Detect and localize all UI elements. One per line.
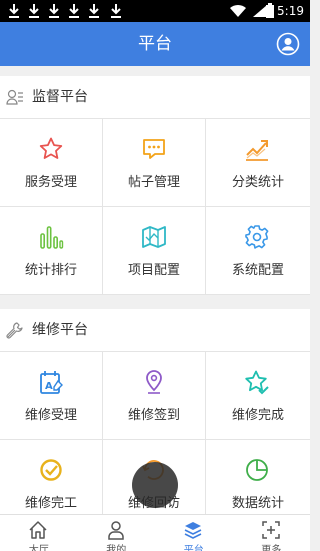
star-icon bbox=[39, 137, 63, 159]
download-icon bbox=[49, 4, 59, 18]
download-icon bbox=[69, 4, 79, 18]
grid-item-label: 维修完成 bbox=[231, 408, 284, 423]
pie-chart-icon bbox=[246, 459, 268, 481]
layers-icon bbox=[184, 522, 202, 539]
grid-item-label: 维修签到 bbox=[127, 408, 180, 423]
grid-item-label: 帖子管理 bbox=[127, 175, 180, 190]
grid-item-repair-done[interactable]: 维修完成 bbox=[206, 352, 310, 440]
grid-item-repair-accept[interactable]: A 维修受理 bbox=[0, 352, 103, 440]
svg-text:A: A bbox=[45, 381, 53, 392]
section-header-supervision: 监督平台 bbox=[0, 76, 310, 119]
grid-item-label: 系统配置 bbox=[231, 263, 284, 278]
gear-icon bbox=[245, 225, 269, 249]
tab-mine[interactable]: 我的 bbox=[78, 515, 156, 551]
tab-hall[interactable]: 大厅 bbox=[0, 515, 78, 551]
section-title: 维修平台 bbox=[32, 322, 88, 338]
section-title: 监督平台 bbox=[32, 89, 88, 105]
grid-item-repair-checkin[interactable]: 维修签到 bbox=[103, 352, 206, 440]
grid-item-label: 服务受理 bbox=[24, 175, 77, 190]
tab-more[interactable]: 更多 bbox=[233, 515, 311, 551]
bar-chart-icon bbox=[40, 226, 64, 249]
grid-item-label: 维修受理 bbox=[24, 408, 77, 423]
wifi-icon bbox=[230, 4, 246, 18]
grid-item-label: 数据统计 bbox=[231, 496, 284, 511]
grid-item-system-config[interactable]: 系统配置 bbox=[206, 207, 310, 295]
supervision-grid: 服务受理 帖子管理 分类统计 统计排行 项目配置 系统配置 bbox=[0, 119, 310, 295]
bottom-tab-bar: 大厅 我的 平台 更多 bbox=[0, 514, 310, 551]
download-icon bbox=[29, 4, 39, 18]
battery-icon bbox=[266, 3, 274, 18]
home-icon bbox=[29, 521, 47, 539]
calendar-edit-icon: A bbox=[40, 371, 63, 394]
grid-item-label: 分类统计 bbox=[231, 175, 284, 190]
map-icon bbox=[142, 226, 166, 248]
floating-assistive-button[interactable] bbox=[132, 462, 178, 508]
grid-item-service-accept[interactable]: 服务受理 bbox=[0, 119, 103, 207]
grid-item-label: 项目配置 bbox=[127, 263, 180, 278]
grid-item-label: 统计排行 bbox=[24, 263, 77, 278]
tab-platform[interactable]: 平台 bbox=[155, 515, 233, 551]
grid-item-project-config[interactable]: 项目配置 bbox=[103, 207, 206, 295]
page-title: 平台 bbox=[138, 34, 172, 54]
person-icon bbox=[107, 521, 124, 540]
clock: 5:19 bbox=[277, 4, 304, 18]
status-bar: 5:19 bbox=[0, 0, 310, 22]
app-bar: 平台 bbox=[0, 22, 310, 66]
star-check-icon bbox=[245, 370, 269, 395]
grid-item-category-stats[interactable]: 分类统计 bbox=[206, 119, 310, 207]
check-circle-icon bbox=[40, 459, 62, 481]
section-header-repair: 维修平台 bbox=[0, 309, 310, 352]
scan-icon bbox=[261, 521, 280, 539]
grid-item-stats-ranking[interactable]: 统计排行 bbox=[0, 207, 103, 295]
person-list-icon bbox=[6, 89, 23, 105]
download-icon bbox=[89, 4, 99, 18]
download-icon bbox=[9, 4, 19, 18]
grid-item-post-manage[interactable]: 帖子管理 bbox=[103, 119, 206, 207]
download-icon bbox=[111, 4, 121, 18]
grid-item-label: 维修完工 bbox=[24, 496, 77, 511]
trend-chart-icon bbox=[246, 140, 268, 161]
wrench-icon bbox=[6, 322, 23, 339]
chat-bubble-icon bbox=[143, 139, 165, 159]
user-profile-icon[interactable] bbox=[276, 32, 300, 56]
location-pin-icon bbox=[146, 370, 162, 394]
